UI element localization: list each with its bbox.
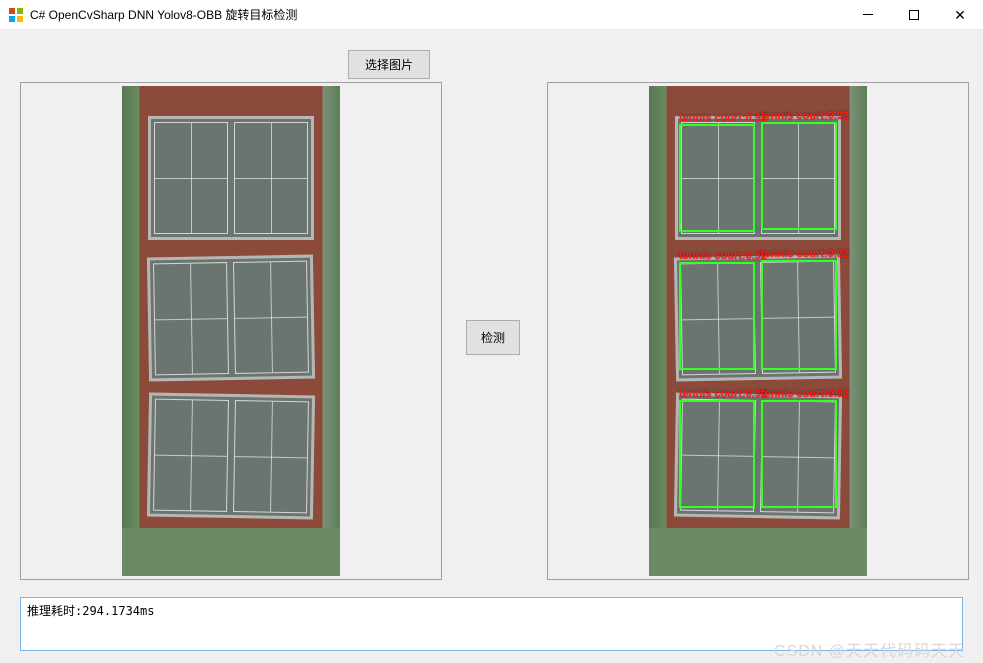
detect-button[interactable]: 检测	[466, 320, 520, 355]
titlebar: C# OpenCvSharp DNN Yolov8-OBB 旋转目标检测 ✕	[0, 0, 983, 30]
status-text: 推理耗时:294.1734ms	[27, 604, 154, 618]
status-textbox[interactable]: 推理耗时:294.1734ms	[20, 597, 963, 651]
client-area: 选择图片 检测 tennis court:0.92tennis court:0.…	[0, 30, 983, 663]
minimize-button[interactable]	[845, 0, 891, 29]
window-title: C# OpenCvSharp DNN Yolov8-OBB 旋转目标检测	[30, 0, 297, 30]
result-image: tennis court:0.92tennis court:0.92tennis…	[649, 86, 867, 576]
select-image-button[interactable]: 选择图片	[348, 50, 430, 79]
close-button[interactable]: ✕	[937, 0, 983, 29]
result-image-box: tennis court:0.92tennis court:0.92tennis…	[547, 82, 969, 580]
maximize-button[interactable]	[891, 0, 937, 29]
source-image	[122, 86, 340, 576]
source-image-box	[20, 82, 442, 580]
window-controls: ✕	[845, 0, 983, 29]
app-icon	[8, 7, 24, 23]
